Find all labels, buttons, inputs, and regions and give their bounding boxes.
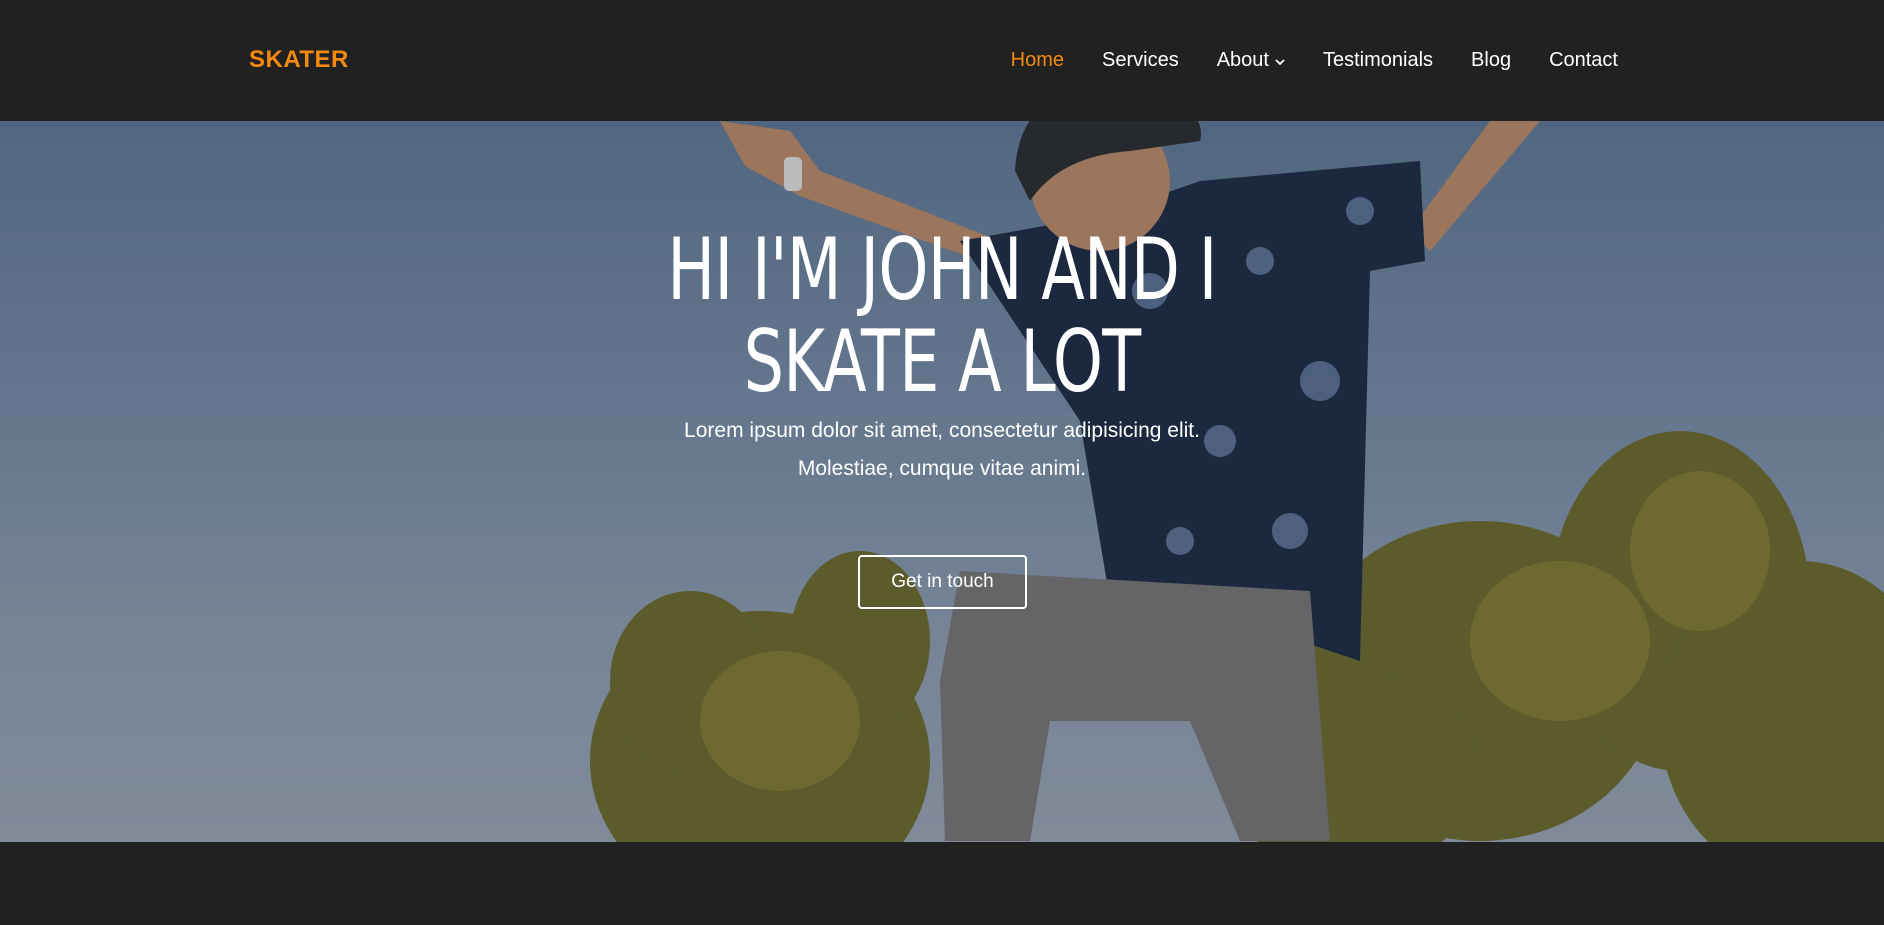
nav-item-contact[interactable]: Contact xyxy=(1549,49,1618,72)
main-nav: Home Services About Testimonials Blog Co… xyxy=(1011,49,1618,72)
nav-item-home[interactable]: Home xyxy=(1011,49,1064,72)
nav-item-about[interactable]: About xyxy=(1217,49,1285,72)
nav-item-blog[interactable]: Blog xyxy=(1471,49,1511,72)
hero-title-line: HI I'M JOHN AND I xyxy=(667,220,1217,320)
nav-item-label: Blog xyxy=(1471,49,1512,71)
chevron-down-icon xyxy=(1275,49,1285,72)
nav-item-label: Testimonials xyxy=(1322,49,1434,71)
hero-title: HI I'M JOHN AND I SKATE A LOT xyxy=(245,224,1639,408)
nav-item-label: Services xyxy=(1102,49,1179,71)
page-bottom-band xyxy=(0,842,1884,925)
hero-title-line: SKATE A LOT xyxy=(743,312,1141,412)
hero-subtitle-line: Molestiae, cumque vitae animi. xyxy=(797,457,1087,480)
hero-section: HI I'M JOHN AND I SKATE A LOT Lorem ipsu… xyxy=(0,121,1884,842)
nav-item-testimonials[interactable]: Testimonials xyxy=(1323,49,1433,72)
brand-logo[interactable]: SKATER xyxy=(249,46,349,74)
nav-item-label: Contact xyxy=(1549,49,1618,71)
get-in-touch-button[interactable]: Get in touch xyxy=(858,555,1027,609)
hero-subtitle: Lorem ipsum dolor sit amet, consectetur … xyxy=(0,412,1884,488)
nav-item-services[interactable]: Services xyxy=(1102,49,1179,72)
nav-item-label: About xyxy=(1216,49,1269,71)
site-header: SKATER Home Services About Testimonials … xyxy=(0,0,1884,121)
hero-content: HI I'M JOHN AND I SKATE A LOT Lorem ipsu… xyxy=(0,224,1884,488)
hero-subtitle-line: Lorem ipsum dolor sit amet, consectetur … xyxy=(684,419,1200,442)
nav-item-label: Home xyxy=(1010,49,1065,71)
